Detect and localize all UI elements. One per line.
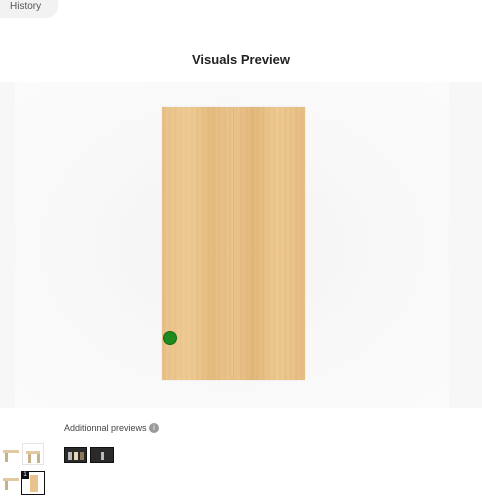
wood-seam (233, 107, 234, 380)
table-leg (37, 454, 40, 463)
additional-preview-2[interactable] (90, 447, 114, 463)
table-leg (28, 454, 31, 463)
history-label: History (10, 1, 42, 12)
info-icon[interactable]: i (149, 423, 159, 433)
history-tab[interactable]: History (0, 0, 58, 18)
selected-badge: 1 (21, 471, 29, 479)
variant-thumbnail-2[interactable] (22, 443, 44, 465)
thumb-mini (68, 452, 72, 460)
thumb-mini (80, 452, 84, 460)
additional-previews-label: Additionnal previews (64, 423, 147, 433)
variant-thumbnail-1[interactable] (0, 443, 22, 465)
variant-thumbnail-3[interactable] (0, 471, 22, 493)
table-leg (5, 453, 8, 462)
table-leg (5, 481, 8, 490)
hotspot-marker[interactable] (163, 331, 177, 345)
additional-preview-1[interactable] (64, 447, 87, 463)
wood-panel-preview (162, 107, 305, 380)
wood-panel-thumb (30, 475, 38, 492)
thumb-mini (101, 452, 104, 460)
page-title: Visuals Preview (191, 52, 291, 67)
thumb-mini (74, 452, 78, 460)
